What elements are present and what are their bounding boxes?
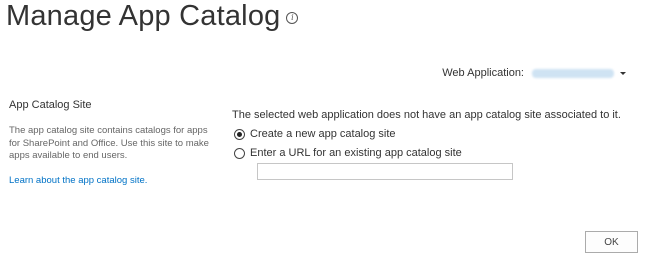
chevron-down-icon[interactable] (620, 71, 626, 75)
create-new-radio[interactable] (234, 128, 245, 140)
info-icon[interactable]: i (286, 12, 299, 24)
create-new-option[interactable]: Create a new app catalog site (234, 128, 396, 140)
page-title: Manage App Catalog i (6, 0, 299, 33)
web-application-selector[interactable]: Web Application: (442, 67, 626, 79)
no-catalog-notice: The selected web application does not ha… (232, 109, 621, 121)
web-application-value[interactable] (532, 68, 614, 78)
web-application-label: Web Application: (442, 67, 524, 79)
existing-url-radio[interactable] (234, 147, 245, 159)
ok-button[interactable]: OK (585, 231, 638, 253)
section-title: App Catalog Site (9, 99, 92, 111)
section-description: The app catalog site contains catalogs f… (9, 125, 209, 161)
existing-url-label[interactable]: Enter a URL for an existing app catalog … (250, 147, 462, 159)
page-title-text: Manage App Catalog (6, 0, 281, 32)
create-new-label[interactable]: Create a new app catalog site (250, 128, 396, 140)
existing-url-option[interactable]: Enter a URL for an existing app catalog … (234, 147, 462, 159)
learn-more-link[interactable]: Learn about the app catalog site. (9, 175, 147, 186)
catalog-url-input[interactable] (257, 163, 513, 180)
